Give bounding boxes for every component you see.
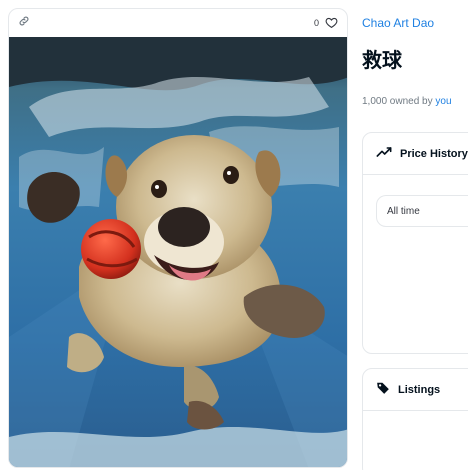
owner-link[interactable]: you: [435, 96, 451, 107]
price-history-panel: Price History All time: [362, 132, 468, 354]
link-icon[interactable]: [18, 14, 30, 32]
trend-line-icon: [376, 145, 392, 162]
listings-header[interactable]: Listings: [363, 369, 468, 411]
tag-icon: [376, 381, 390, 398]
item-title: 救球: [362, 50, 402, 72]
price-history-title: Price History: [400, 147, 468, 160]
favorite-count: 0: [313, 18, 319, 28]
time-range-value: All time: [387, 205, 420, 217]
listings-title: Listings: [398, 383, 441, 396]
media-card: 0: [8, 8, 348, 468]
time-range-select[interactable]: All time: [376, 195, 468, 227]
listings-panel: Listings: [362, 368, 468, 470]
collection-link[interactable]: Chao Art Dao: [362, 16, 434, 30]
price-history-header[interactable]: Price History: [363, 133, 468, 175]
heart-icon[interactable]: [325, 16, 338, 31]
nft-item-page: 0 Chao Art Dao 救球 1,000 owned by you Pri…: [0, 0, 468, 470]
nft-artwork-image[interactable]: [9, 37, 347, 467]
owned-count: 1,000 owned by: [362, 96, 433, 107]
media-card-header: 0: [9, 9, 347, 37]
ownership-line: 1,000 owned by you: [362, 96, 452, 107]
